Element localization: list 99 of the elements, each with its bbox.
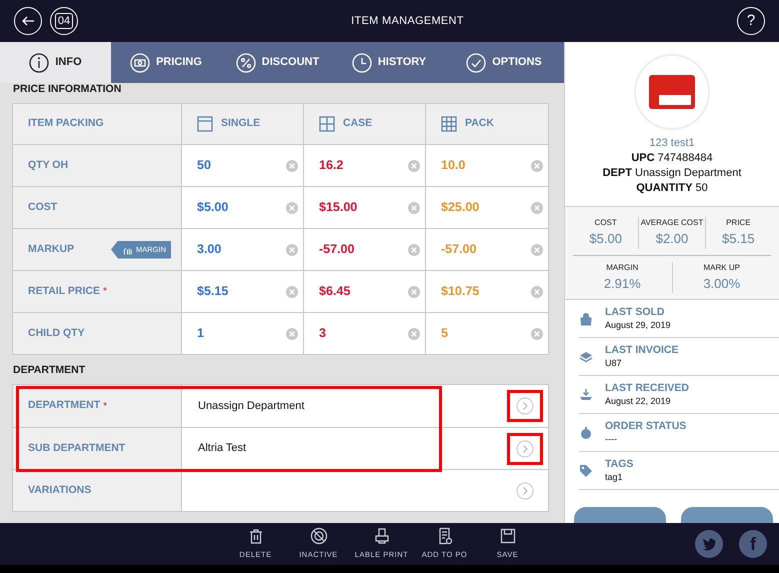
inactive-icon (310, 527, 328, 546)
stat-value: 3.00% (702, 274, 742, 292)
history-label: ORDER STATUS (605, 420, 686, 432)
section-heading: PRICE INFORMATION (12, 83, 122, 96)
row-label: QTY OH (28, 158, 68, 173)
value-input[interactable]: 50 (197, 156, 211, 175)
clear-icon[interactable] (408, 328, 420, 340)
history-value: U87 (605, 356, 623, 370)
chevron-button[interactable] (507, 390, 543, 422)
share-button[interactable]: f (739, 530, 767, 558)
value-input[interactable]: 16.2 (319, 156, 344, 175)
percent-icon (236, 52, 256, 72)
stat-value: $5.15 (721, 230, 756, 248)
stat-label: MARGIN (605, 262, 640, 274)
chevron-icon (516, 482, 534, 500)
chevron-button[interactable] (507, 432, 543, 464)
stat-value: $5.00 (588, 230, 623, 248)
back-button[interactable] (14, 7, 42, 35)
clear-icon[interactable] (286, 160, 298, 172)
clear-icon[interactable] (531, 244, 543, 256)
history-label: LAST SOLD (605, 306, 666, 318)
history-value: tag1 (605, 470, 624, 484)
department-value: Unassign Department (198, 398, 304, 414)
history-value: August 22, 2019 (605, 394, 672, 408)
row-label: COST (28, 200, 58, 215)
clear-icon[interactable] (408, 160, 420, 172)
clear-icon[interactable] (531, 202, 543, 214)
share-button[interactable] (695, 530, 723, 558)
required-mark: * (103, 400, 108, 414)
clear-icon[interactable] (531, 160, 543, 172)
value-input[interactable]: 1 (197, 324, 204, 343)
clear-icon[interactable] (286, 202, 298, 214)
product-detail: QUANTITY 50 (635, 181, 709, 196)
stat-label: COST (594, 217, 618, 229)
info-icon (29, 52, 50, 72)
stat-label: AVERAGE COST (640, 217, 704, 229)
clear-icon[interactable] (531, 328, 543, 340)
column-header: ITEM PACKING (28, 116, 104, 132)
tab[interactable]: INFO (0, 42, 111, 83)
action-button[interactable] (681, 507, 773, 523)
row-label: MARKUP (28, 242, 74, 257)
product-name[interactable]: 123 test1 (565, 136, 779, 151)
value-input[interactable]: $5.15 (197, 282, 228, 301)
column-header: PACK (465, 116, 494, 132)
row-label: SUB DEPARTMENT (28, 440, 126, 456)
row-label: RETAIL PRICE (28, 284, 100, 299)
product-detail: DEPT Unassign Department (602, 166, 742, 181)
grid-icon (319, 116, 335, 132)
chevron-icon (516, 440, 534, 458)
clock-icon (352, 52, 372, 72)
grid-icon (441, 116, 457, 132)
check-icon (466, 52, 486, 72)
clear-icon[interactable] (286, 286, 298, 298)
layers-icon (579, 350, 593, 364)
clear-icon[interactable] (408, 286, 420, 298)
required-mark: * (102, 285, 107, 299)
tray-icon (579, 388, 593, 402)
value-input[interactable]: -57.00 (319, 240, 354, 259)
bird-icon (701, 536, 717, 552)
stat-value: 2.91% (602, 274, 642, 292)
calendar-button[interactable]: 04 (50, 7, 78, 35)
department-value: Altria Test (198, 441, 246, 456)
history-label: LAST INVOICE (605, 344, 679, 356)
bag-icon (579, 312, 593, 326)
history-label: LAST RECEIVED (605, 382, 690, 394)
printer-icon (372, 527, 390, 546)
tag-icon (579, 464, 593, 478)
row-label: VARIATIONS (28, 482, 92, 498)
value-input[interactable]: $15.00 (319, 198, 358, 217)
section-heading: DEPARTMENT (12, 364, 86, 377)
cash-icon (130, 52, 150, 72)
clear-icon[interactable] (408, 244, 420, 256)
value-input[interactable]: 3 (319, 324, 326, 343)
clear-icon[interactable] (286, 328, 298, 340)
clear-icon[interactable] (408, 202, 420, 214)
history-label: TAGS (605, 458, 634, 470)
help-button[interactable]: ? (737, 7, 765, 35)
timer-icon (579, 426, 593, 440)
window-title: ITEM MANAGEMENT (350, 14, 465, 29)
history-value: ---- (605, 432, 618, 446)
stat-label: MARK UP (702, 262, 741, 274)
save-icon (498, 527, 516, 546)
panel-icon (197, 116, 213, 132)
value-input[interactable]: $6.45 (319, 282, 350, 301)
chevron-icon (516, 397, 534, 415)
clear-icon[interactable] (286, 244, 298, 256)
back-arrow-icon (21, 14, 35, 28)
column-header: SINGLE (221, 116, 260, 132)
action-button[interactable] (574, 507, 666, 523)
row-label: CHILD QTY (28, 326, 85, 341)
history-value: August 29, 2019 (605, 318, 671, 332)
value-input[interactable]: $5.00 (197, 198, 228, 217)
row-label: DEPARTMENT (28, 398, 100, 414)
value-input[interactable]: 3.00 (197, 240, 222, 259)
clear-icon[interactable] (531, 286, 543, 298)
product-detail: UPC 747488484 (630, 151, 714, 166)
stat-label: PRICE (725, 217, 752, 229)
column-header: CASE (343, 116, 372, 132)
stat-value: $2.00 (654, 230, 690, 248)
